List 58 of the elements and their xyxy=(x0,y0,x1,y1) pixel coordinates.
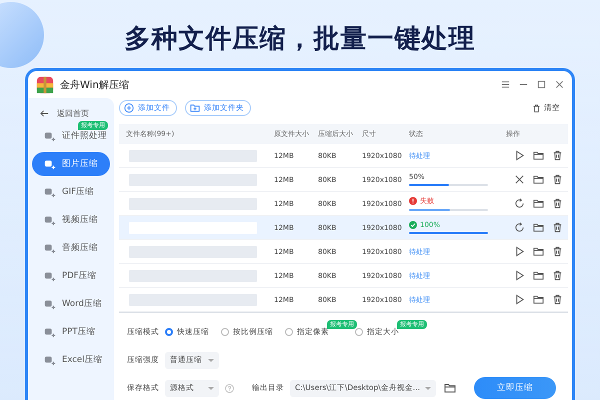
error-icon xyxy=(409,196,417,205)
trash-icon[interactable] xyxy=(552,246,563,257)
radio-button[interactable] xyxy=(285,328,293,336)
sidebar-item[interactable]: Word压缩 xyxy=(32,292,110,316)
cancel-icon[interactable] xyxy=(514,174,525,185)
play-icon[interactable] xyxy=(514,294,525,305)
sidebar-item[interactable]: PDF压缩 xyxy=(32,264,110,288)
caret-icon xyxy=(208,386,214,390)
play-icon[interactable] xyxy=(514,270,525,281)
sidebar-item[interactable]: 图片压缩 xyxy=(32,152,110,176)
radio-button[interactable] xyxy=(221,328,229,336)
menu-icon[interactable] xyxy=(501,80,510,89)
tool-icon xyxy=(44,326,56,338)
window-title: 金舟Win解压缩 xyxy=(60,78,129,92)
play-icon[interactable] xyxy=(514,150,525,161)
app-logo-icon xyxy=(36,76,54,94)
retry-icon[interactable] xyxy=(514,222,525,233)
close-icon[interactable] xyxy=(555,80,564,89)
plus-circle-icon xyxy=(124,103,134,113)
caret-icon xyxy=(425,386,431,390)
folder-icon[interactable] xyxy=(533,174,544,185)
folder-icon[interactable] xyxy=(533,294,544,305)
folder-icon[interactable] xyxy=(533,150,544,161)
folder-icon[interactable] xyxy=(533,222,544,233)
tool-icon xyxy=(44,242,56,254)
trash-icon[interactable] xyxy=(552,294,563,305)
tool-icon xyxy=(44,158,56,170)
tool-icon xyxy=(44,186,56,198)
sidebar-item[interactable]: PPT压缩 xyxy=(32,320,110,344)
success-icon xyxy=(409,220,417,229)
trash-icon[interactable] xyxy=(552,150,563,161)
trash-icon[interactable] xyxy=(552,174,563,185)
tool-icon xyxy=(44,298,56,310)
trash-icon[interactable] xyxy=(552,270,563,281)
folder-icon[interactable] xyxy=(533,198,544,209)
sidebar-item[interactable]: 音频压缩 xyxy=(32,236,110,260)
tool-icon xyxy=(44,214,56,226)
headline: 多种文件压缩，批量一键处理 xyxy=(124,23,476,56)
trash-icon xyxy=(532,104,541,112)
radio-button[interactable] xyxy=(355,328,363,336)
tool-icon xyxy=(44,354,56,366)
play-icon[interactable] xyxy=(514,246,525,257)
folder-icon[interactable] xyxy=(444,382,456,394)
folder-icon[interactable] xyxy=(533,246,544,257)
folder-icon[interactable] xyxy=(533,270,544,281)
back-arrow-icon xyxy=(40,108,49,118)
retry-icon[interactable] xyxy=(514,198,525,209)
tool-icon xyxy=(44,130,56,142)
sidebar-item[interactable]: 视频压缩 xyxy=(32,208,110,232)
maximize-icon[interactable] xyxy=(537,80,546,89)
folder-plus-icon xyxy=(190,103,200,113)
tool-icon xyxy=(44,270,56,282)
radio-button[interactable] xyxy=(165,328,173,336)
trash-icon[interactable] xyxy=(552,198,563,209)
sidebar-item[interactable]: GIF压缩 xyxy=(32,180,110,204)
trash-icon[interactable] xyxy=(552,222,563,233)
caret-icon xyxy=(208,358,214,362)
sidebar-item[interactable]: Excel压缩 xyxy=(32,348,110,372)
